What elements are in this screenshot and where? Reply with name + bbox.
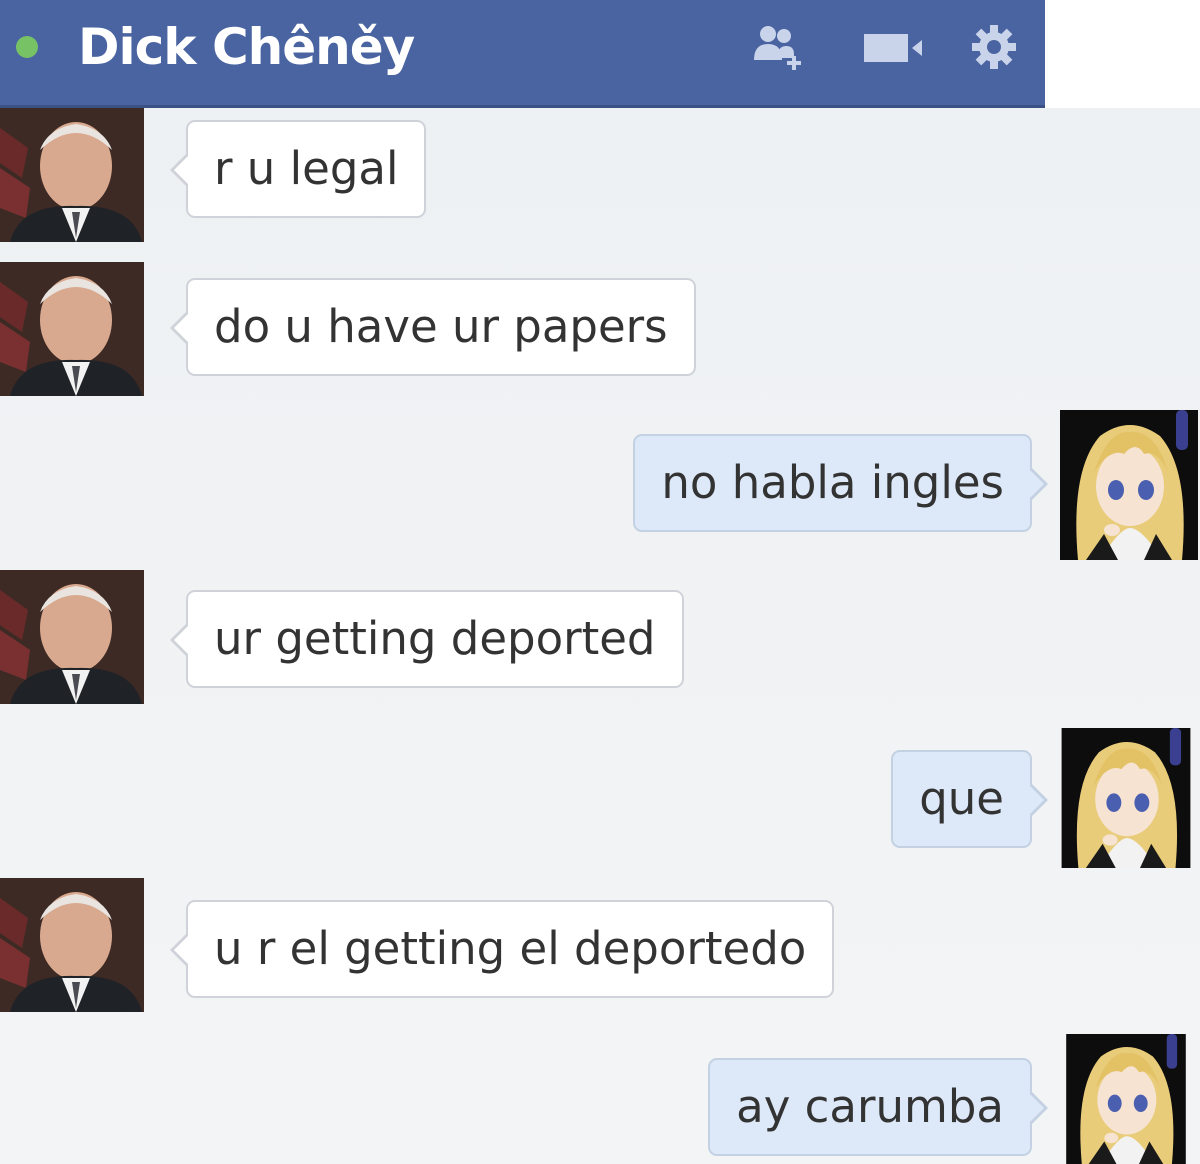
chat-header: Dick Chêněy (0, 0, 1045, 108)
message-text: no habla ingles (661, 456, 1004, 509)
gear-icon[interactable] (966, 22, 1022, 72)
message-text: ay carumba (736, 1080, 1004, 1133)
header-blank-area (1045, 0, 1200, 108)
outgoing-message-bubble: ay carumba (708, 1058, 1048, 1156)
chat-title[interactable]: Dick Chêněy (78, 14, 415, 80)
message-text: do u have ur papers (214, 300, 668, 353)
contact-avatar[interactable] (0, 108, 144, 242)
video-call-icon[interactable] (860, 22, 930, 72)
chat-window: Dick Chêněy r u legal do u have ur paper… (0, 0, 1200, 1164)
message-text: que (919, 772, 1004, 825)
contact-avatar[interactable] (0, 570, 144, 704)
self-avatar[interactable] (1056, 728, 1196, 868)
self-avatar[interactable] (1060, 410, 1198, 560)
incoming-message-bubble: do u have ur papers (170, 278, 696, 376)
outgoing-message-bubble: que (891, 750, 1048, 848)
message-text: r u legal (214, 142, 399, 195)
contact-avatar[interactable] (0, 878, 144, 1012)
self-avatar[interactable] (1056, 1034, 1196, 1164)
outgoing-message-bubble: no habla ingles (633, 434, 1048, 532)
add-friend-icon[interactable] (752, 22, 808, 72)
incoming-message-bubble: r u legal (170, 120, 427, 218)
message-text: ur getting deported (214, 612, 656, 665)
message-text: u r el getting el deportedo (214, 922, 807, 975)
incoming-message-bubble: u r el getting el deportedo (170, 900, 835, 998)
online-status-icon (16, 36, 38, 58)
contact-avatar[interactable] (0, 262, 144, 396)
incoming-message-bubble: ur getting deported (170, 590, 684, 688)
